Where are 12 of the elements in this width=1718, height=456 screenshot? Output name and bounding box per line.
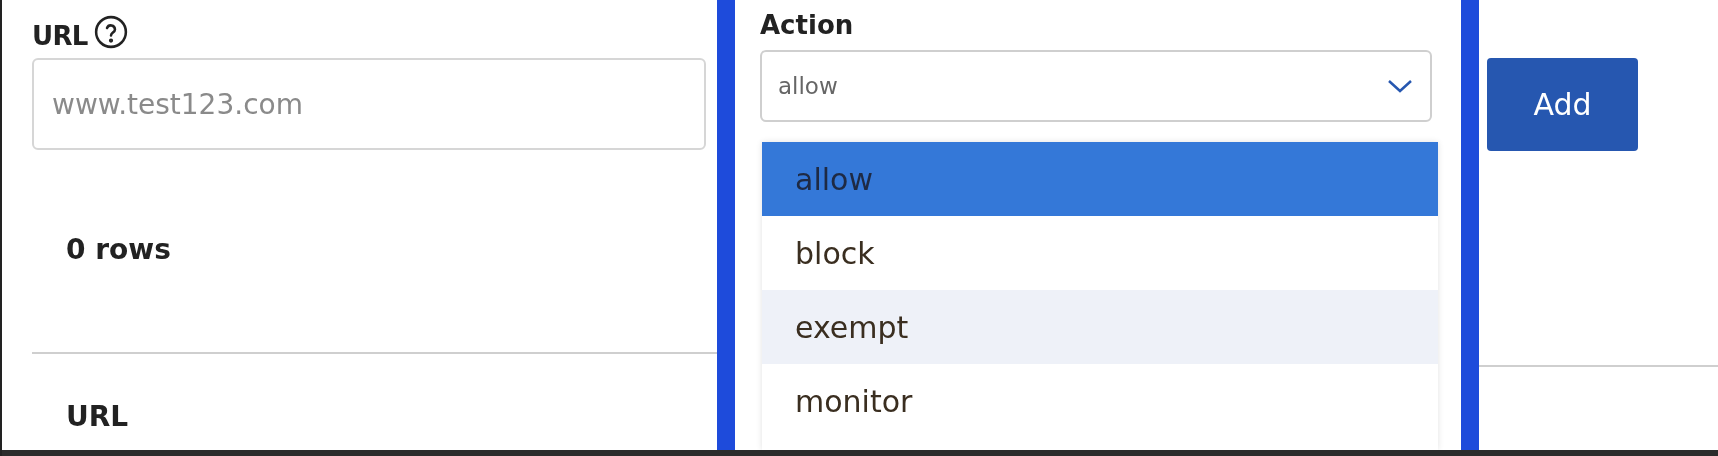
- action-label: Action: [760, 9, 855, 42]
- dropdown-option[interactable]: exempt: [762, 290, 1438, 364]
- column-header: URL: [66, 399, 129, 435]
- dropdown-option[interactable]: monitor: [762, 364, 1438, 438]
- dropdown-option[interactable]: block: [762, 216, 1438, 290]
- url-label: URL: [32, 19, 88, 53]
- chevron-down-icon: [1386, 78, 1414, 94]
- row-count: 0 rows: [66, 232, 171, 268]
- add-button[interactable]: Add: [1487, 58, 1638, 151]
- url-input-field[interactable]: www.test123.com: [32, 58, 706, 150]
- action-select[interactable]: allow: [760, 50, 1432, 122]
- help-icon[interactable]: [93, 15, 128, 49]
